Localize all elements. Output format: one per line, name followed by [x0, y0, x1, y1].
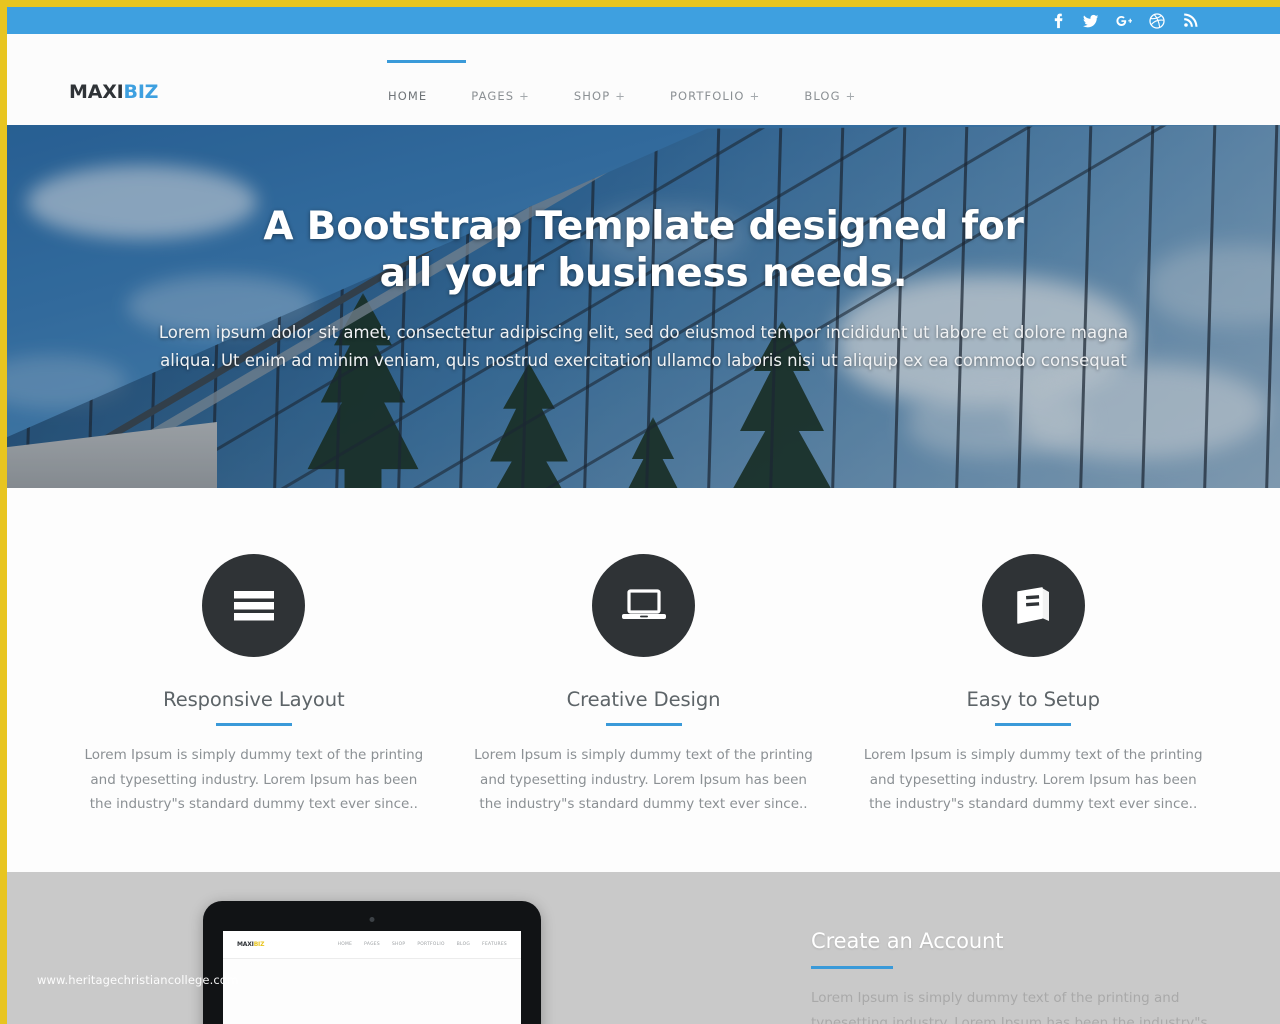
- nav-label-home: HOME: [388, 89, 428, 103]
- create-account-section: www.heritagechristiancollege.com MAXIBIZ…: [7, 872, 1280, 1024]
- feature-card-responsive-layout: Responsive Layout Lorem Ipsum is simply …: [59, 554, 449, 872]
- feature-card-easy-to-setup: Easy to Setup Lorem Ipsum is simply dumm…: [838, 554, 1228, 872]
- tablet-logo-primary: MAXI: [237, 941, 254, 948]
- feature-title: Responsive Layout: [163, 688, 345, 711]
- hero-title-line-1: A Bootstrap Template designed for: [263, 204, 1024, 249]
- feature-divider: [605, 723, 682, 726]
- nav-label-portfolio: PORTFOLIO: [669, 89, 745, 103]
- feature-description: Lorem Ipsum is simply dummy text of the …: [84, 747, 424, 812]
- tablet-nav-item: PAGES: [364, 942, 380, 947]
- tablet-nav-item: BLOG: [456, 942, 471, 947]
- nav-plus-pages-icon: +: [519, 89, 530, 103]
- nav-label-blog: BLOG: [804, 89, 841, 103]
- tablet-mini-nav: HOME PAGES SHOP PORTFOLIO BLOG FEATURES: [338, 942, 507, 947]
- feature-divider: [215, 723, 292, 726]
- tablet-screen: MAXIBIZ HOME PAGES SHOP PORTFOLIO BLOG F…: [223, 931, 521, 1024]
- tablet-nav-item: HOME: [337, 942, 353, 947]
- twitter-icon[interactable]: [1083, 13, 1099, 29]
- main-navigation: HOME PAGES + SHOP + PORTFOLIO + BLOG +: [386, 34, 856, 125]
- nav-label-shop: SHOP: [573, 89, 611, 103]
- create-account-divider: [811, 966, 893, 969]
- nav-item-portfolio[interactable]: PORTFOLIO +: [670, 89, 760, 125]
- tablet-nav-item: FEATURES: [482, 942, 507, 947]
- google-plus-icon[interactable]: [1116, 13, 1132, 29]
- bars-icon[interactable]: [202, 554, 306, 657]
- nav-plus-blog-icon: +: [845, 89, 857, 103]
- nav-item-pages[interactable]: PAGES +: [471, 89, 530, 125]
- watermark-text: www.heritagechristiancollege.com: [37, 973, 239, 987]
- nav-label-pages: PAGES: [471, 89, 515, 103]
- create-account-title: Create an Account: [811, 929, 1004, 953]
- tablet-nav-item: SHOP: [391, 942, 406, 947]
- logo-text-primary: MAXI: [69, 81, 124, 103]
- tablet-camera-icon: [369, 917, 375, 922]
- nav-plus-shop-icon: +: [615, 89, 626, 103]
- tablet-mini-logo: MAXIBIZ: [237, 941, 264, 948]
- tablet-nav-item: PORTFOLIO: [417, 942, 445, 947]
- laptop-icon[interactable]: [592, 554, 695, 657]
- logo-text-accent: BIZ: [123, 81, 159, 103]
- nav-item-shop[interactable]: SHOP +: [574, 89, 626, 125]
- page-root: MAXIBIZ HOME PAGES + SHOP + PORTFOLIO + BLO…: [0, 0, 1280, 1024]
- feature-card-creative-design: Creative Design Lorem Ipsum is simply du…: [449, 554, 839, 872]
- tablet-logo-accent: BIZ: [253, 941, 265, 948]
- feature-description: Lorem Ipsum is simply dummy text of the …: [863, 747, 1203, 812]
- nav-item-home[interactable]: HOME: [386, 60, 467, 125]
- features-section: Responsive Layout Lorem Ipsum is simply …: [7, 488, 1280, 872]
- nav-plus-portfolio-icon: +: [749, 89, 761, 103]
- book-icon[interactable]: [981, 554, 1085, 657]
- dribbble-icon[interactable]: [1149, 12, 1165, 29]
- create-account-description: Lorem Ipsum is simply dummy text of the …: [811, 990, 1208, 1024]
- site-logo[interactable]: MAXIBIZ: [69, 81, 158, 103]
- hero-title: A Bootstrap Template designed for all yo…: [152, 203, 1135, 297]
- feature-title: Easy to Setup: [966, 688, 1100, 711]
- tablet-mini-body: [223, 959, 521, 1024]
- facebook-icon[interactable]: [1050, 13, 1066, 29]
- hero-content: A Bootstrap Template designed for all yo…: [7, 203, 1280, 375]
- site-header: MAXIBIZ HOME PAGES + SHOP + PORTFOLIO + BLO…: [7, 34, 1280, 125]
- social-icon-list: [1050, 12, 1198, 29]
- top-social-bar: [7, 7, 1280, 34]
- feature-divider: [995, 723, 1072, 726]
- tablet-mini-header: MAXIBIZ HOME PAGES SHOP PORTFOLIO BLOG F…: [223, 931, 521, 959]
- hero-title-line-2: all your business needs.: [379, 251, 908, 296]
- hero-banner: A Bootstrap Template designed for all yo…: [7, 125, 1280, 488]
- hero-subtitle: Lorem ipsum dolor sit amet, consectetur …: [158, 323, 1129, 370]
- feature-title: Creative Design: [566, 688, 721, 711]
- rss-icon[interactable]: [1182, 13, 1198, 29]
- feature-description: Lorem Ipsum is simply dummy text of the …: [474, 747, 813, 812]
- create-account-content: Create an Account Lorem Ipsum is simply …: [811, 929, 1211, 1024]
- tablet-device-mockup: MAXIBIZ HOME PAGES SHOP PORTFOLIO BLOG F…: [203, 901, 541, 1024]
- nav-item-blog[interactable]: BLOG +: [804, 89, 856, 125]
